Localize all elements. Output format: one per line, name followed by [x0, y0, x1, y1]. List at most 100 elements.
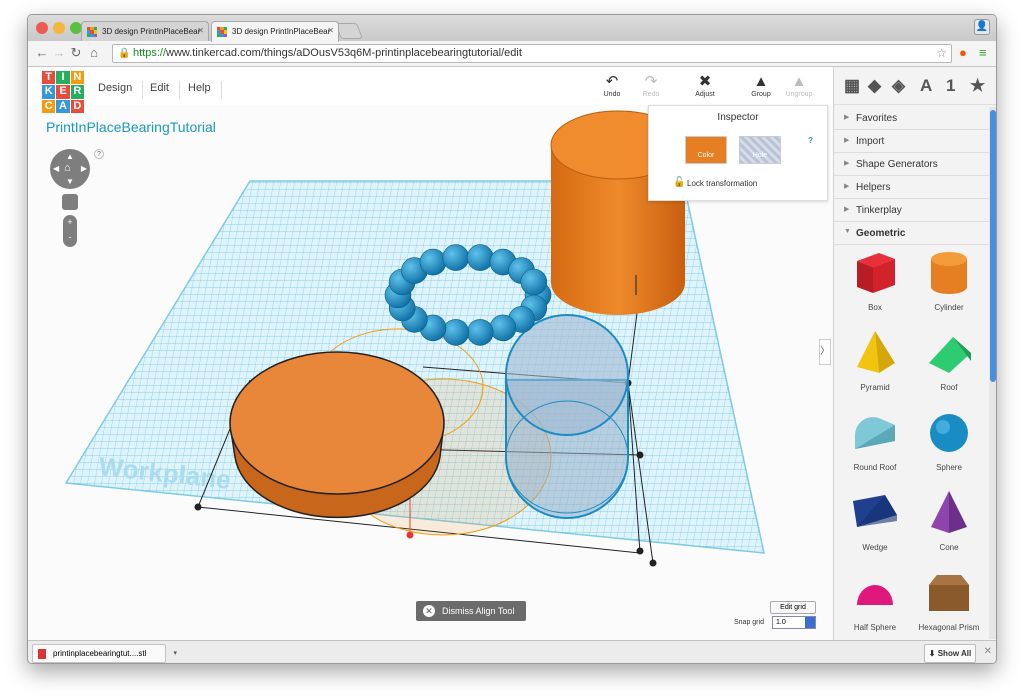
bead — [419, 248, 447, 276]
undo-icon: ↶ — [605, 73, 619, 90]
shape-sphere[interactable]: Sphere — [914, 407, 984, 472]
home-icon[interactable]: ⌂ — [86, 45, 102, 60]
shape-box[interactable]: Box — [840, 247, 910, 312]
shape-cone[interactable]: Cone — [914, 487, 984, 552]
panel-toggle[interactable]: 〉 — [819, 339, 831, 365]
hole-cylinder[interactable] — [505, 314, 629, 519]
shape-cylinder[interactable]: Cylinder — [914, 247, 984, 312]
adjust-button[interactable]: ✖ Adjust — [688, 73, 722, 98]
home-view-icon[interactable]: ⌂ — [64, 162, 71, 174]
textured-cube-icon[interactable]: ◈ — [892, 76, 905, 96]
tinkercad-favicon-icon — [87, 27, 97, 37]
category-helpers[interactable]: ▶ Helpers — [834, 176, 989, 199]
shape-label: Cone — [939, 543, 959, 552]
orbit-control[interactable]: ▲ ▼ ◀ ▶ ⌂ — [50, 149, 90, 189]
download-menu-arrow-icon[interactable]: ▾ — [173, 645, 177, 662]
menu-icon[interactable]: ≡ — [979, 45, 987, 60]
category-geometric[interactable]: ▼ Geometric — [834, 222, 989, 245]
expand-right-icon: ▶ — [844, 160, 850, 167]
menu-design[interactable]: Design — [88, 81, 144, 99]
undo-label: Undo — [603, 91, 621, 98]
app-header: TINKERCAD Design Edit Help ↶ Undo ↷ Redo ✖… — [28, 67, 833, 113]
tinkercad-logo[interactable]: TINKERCAD — [42, 71, 84, 113]
close-downloads-icon[interactable]: ✕ — [984, 646, 992, 657]
shape-label: Wedge — [862, 543, 888, 552]
extension-icon[interactable]: ● — [959, 45, 967, 60]
grid-view-icon[interactable]: ▦ — [844, 76, 860, 96]
lock-label: Lock transformation — [687, 179, 758, 188]
ungroup-label: Ungroup — [785, 91, 813, 98]
shape-wedge[interactable]: Wedge — [840, 487, 910, 552]
undo-button[interactable]: ↶ Undo — [595, 73, 629, 98]
shape-round-roof[interactable]: Round Roof — [840, 407, 910, 472]
inspector-help-icon[interactable]: ? — [808, 136, 813, 145]
cube-icon[interactable]: ◆ — [868, 76, 881, 96]
stepper-icon[interactable] — [805, 617, 815, 628]
tab-close-icon[interactable]: ✕ — [327, 26, 334, 35]
shape-label: Sphere — [936, 463, 962, 472]
hole-swatch[interactable]: Hole — [739, 136, 781, 164]
profile-icon[interactable]: 👤 — [974, 19, 990, 35]
shape-half-sphere[interactable]: Half Sphere — [840, 567, 910, 632]
inspector-panel: Inspector Color Hole ? 🔓 Lock transformat… — [648, 105, 828, 201]
panel-scrollbar[interactable] — [989, 107, 996, 639]
fit-view-button[interactable] — [62, 194, 78, 210]
shape-label: Box — [868, 303, 882, 312]
ungroup-button[interactable]: ▲ Ungroup — [782, 73, 816, 98]
scroll-thumb[interactable] — [990, 110, 996, 382]
category-label: Helpers — [856, 182, 891, 193]
color-swatch[interactable]: Color — [685, 136, 727, 164]
show-all-downloads-button[interactable]: ⬇ Show All — [924, 644, 976, 663]
close-window-button[interactable] — [36, 22, 48, 34]
desktop: 3D design PrintInPlaceBear ✕ 3D design P… — [0, 0, 1024, 700]
shape-hexagonal-prism[interactable]: Hexagonal Prism — [914, 567, 984, 632]
new-tab-button[interactable] — [335, 23, 363, 39]
zoom-control[interactable]: + - — [63, 215, 77, 247]
shape-roof[interactable]: Roof — [914, 327, 984, 392]
text-shape-icon[interactable]: A — [920, 76, 932, 96]
forward-arrow-icon[interactable]: → — [51, 45, 67, 60]
star-icon[interactable]: ★ — [970, 76, 985, 96]
snap-grid-select[interactable]: 1.0 — [772, 616, 816, 629]
browser-tab-active[interactable]: 3D design PrintInPlaceBear ✕ — [211, 21, 339, 42]
tab-close-icon[interactable]: ✕ — [197, 26, 204, 35]
category-label: Tinkerplay — [856, 205, 902, 216]
zoom-in-icon[interactable]: + — [63, 215, 77, 230]
dismiss-align-tool-button[interactable]: ✕ Dismiss Align Tool — [416, 601, 526, 621]
bookmark-star-icon[interactable]: ☆ — [936, 45, 947, 62]
hole-label: Hole — [752, 152, 768, 159]
menu-edit[interactable]: Edit — [140, 81, 180, 99]
align-red-handle[interactable] — [406, 531, 414, 539]
redo-button[interactable]: ↷ Redo — [634, 73, 668, 98]
orange-disk[interactable] — [229, 351, 445, 519]
minimize-window-button[interactable] — [53, 22, 65, 34]
shape-label: Cylinder — [934, 303, 964, 312]
design-title[interactable]: PrintInPlaceBearingTutorial — [46, 119, 216, 135]
number-shape-icon[interactable]: 1 — [946, 76, 955, 96]
reload-icon[interactable]: ↻ — [68, 45, 84, 61]
category-tinkerplay[interactable]: ▶ Tinkerplay — [834, 199, 989, 222]
category-label: Favorites — [856, 113, 898, 124]
shape-pyramid[interactable]: Pyramid — [840, 327, 910, 392]
logo-letter: E — [56, 85, 70, 99]
shape-label: Half Sphere — [853, 623, 897, 632]
expand-down-icon: ▼ — [844, 228, 851, 235]
logo-letter: I — [56, 71, 70, 85]
edit-grid-button[interactable]: Edit grid — [770, 601, 816, 614]
zoom-out-icon[interactable]: - — [63, 230, 77, 245]
lock-transformation-toggle[interactable]: 🔓 Lock transformation — [673, 177, 758, 188]
category-favorites[interactable]: ▶ Favorites — [834, 107, 989, 130]
browser-tab[interactable]: 3D design PrintInPlaceBear ✕ — [81, 21, 209, 42]
pyramid-icon — [857, 331, 895, 373]
back-arrow-icon[interactable]: ← — [34, 45, 50, 60]
view-controls: ▲ ▼ ◀ ▶ ⌂ ? + - — [50, 149, 104, 247]
group-button[interactable]: ▲ Group — [744, 73, 778, 98]
tab-title: 3D design PrintInPlaceBear — [102, 27, 201, 36]
category-import[interactable]: ▶ Import — [834, 130, 989, 153]
download-item[interactable]: printinplacebearingtut....stl ▾ — [32, 644, 177, 663]
view-help-icon[interactable]: ? — [94, 149, 104, 159]
category-shape-generators[interactable]: ▶ Shape Generators — [834, 153, 989, 176]
address-bar[interactable]: 🔒 https://www.tinkercad.com/things/aDOus… — [112, 44, 952, 63]
menu-help[interactable]: Help — [178, 81, 222, 99]
roof-icon — [929, 337, 971, 373]
